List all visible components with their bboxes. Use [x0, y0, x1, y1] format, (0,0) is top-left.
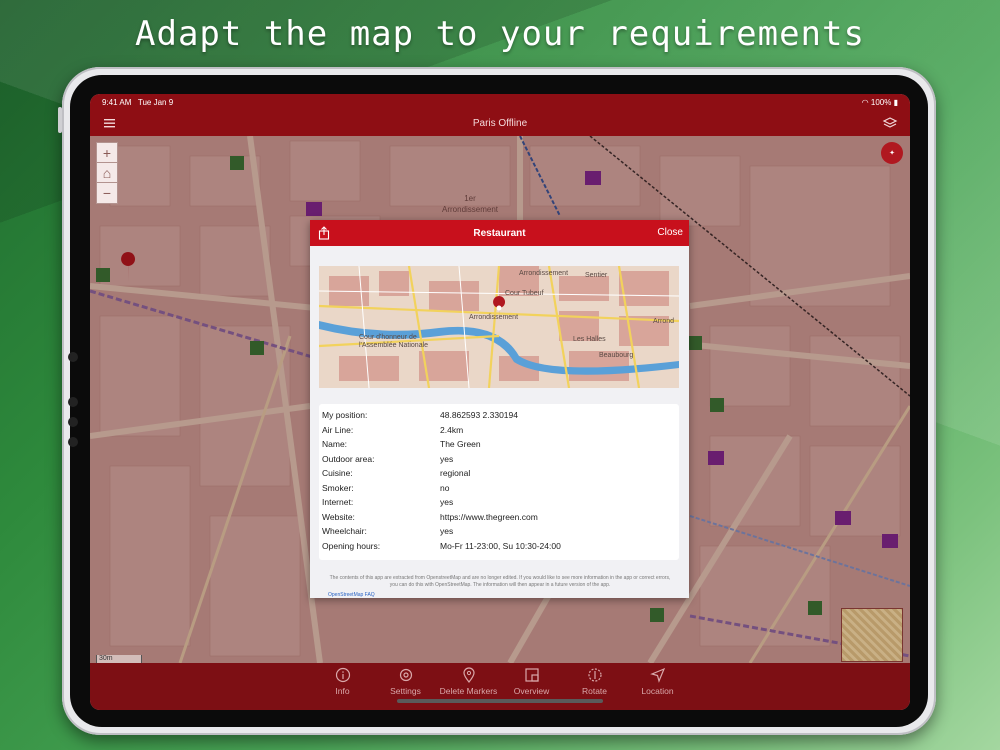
rotate-icon — [587, 668, 602, 682]
status-bar: 9:41 AM Tue Jan 9 ◠ 100% ▮ — [90, 94, 910, 110]
close-button[interactable]: Close — [657, 227, 683, 238]
dialog-header: Restaurant Close — [310, 220, 689, 246]
table-row: Smoker: no — [322, 482, 450, 493]
preview-label: Les Halles — [573, 336, 606, 343]
tab-label: Settings — [390, 686, 421, 696]
table-row: Wheelchair: yes — [322, 526, 454, 537]
preview-label: Beaubourg — [599, 352, 634, 359]
battery-level: 100% — [870, 97, 892, 107]
preview-label: Cour Tubeuf — [505, 290, 544, 297]
location-arrow-icon — [649, 667, 665, 683]
preview-label: Sentier — [585, 272, 608, 279]
table-row: Name: The Green — [322, 439, 481, 450]
pin-icon — [462, 667, 475, 683]
table-row: Cuisine: regional — [322, 468, 471, 479]
app-screen: 9:41 AM Tue Jan 9 ◠ 100% ▮ Paris Offline — [90, 94, 910, 710]
app-title: Paris Offline — [472, 117, 528, 129]
status-date: Tue Jan 9 — [137, 97, 174, 107]
nav-bar: Paris Offline — [90, 110, 910, 136]
location-preview-map[interactable]: Arrondissement Sentier Cour Tubeuf Arron… — [319, 266, 679, 388]
tab-location[interactable]: Location — [626, 663, 689, 710]
info-icon — [335, 667, 350, 683]
tab-label: Location — [641, 686, 674, 696]
compass-icon[interactable]: ✦ — [881, 142, 903, 164]
preview-label: Cour d'honneur de l'Assemblée Nationale — [359, 334, 429, 349]
dialog-title: Restaurant — [473, 227, 526, 239]
tab-info[interactable]: Info — [311, 663, 374, 710]
table-row: Opening hours: Mo-Fr 11-23:00, Su 10:30-2… — [322, 540, 561, 551]
table-row[interactable]: Website: https://www.thegreen.com — [322, 510, 676, 525]
headline: Adapt the map to your requirements — [135, 14, 865, 54]
zoom-in-button[interactable]: + — [97, 143, 117, 163]
preview-label: Arrond — [653, 318, 675, 325]
wifi-icon: ◠ — [861, 97, 869, 107]
battery-icon: ▮ — [893, 97, 898, 107]
table-row: My position: 48.862593 2.330194 — [322, 410, 518, 421]
zoom-out-button[interactable]: − — [97, 183, 117, 203]
tab-label: Info — [335, 686, 350, 696]
tab-label: Overview — [513, 686, 550, 696]
layers-icon[interactable] — [882, 116, 898, 130]
overview-minimap[interactable] — [841, 608, 903, 662]
status-time: 9:41 AM — [102, 97, 132, 107]
tab-label: Rotate — [581, 686, 608, 696]
tab-label: Delete Markers — [439, 686, 498, 696]
preview-label: Arrondissement — [519, 270, 569, 277]
table-row: Outdoor area: yes — [322, 453, 454, 464]
home-icon[interactable]: ⌂ — [97, 163, 117, 183]
overview-icon — [524, 668, 539, 682]
gear-icon — [399, 668, 412, 682]
zoom-control: + ⌂ − — [96, 142, 118, 204]
table-row: Internet: yes — [322, 497, 454, 508]
table-row: Air Line: 2.4km — [322, 424, 464, 435]
details-table: My position: 48.862593 2.330194 Air Line:… — [319, 404, 679, 560]
preview-label: Arrondissement — [469, 314, 519, 321]
restaurant-dialog: Restaurant Close Arrondissement Sentier … — [310, 220, 689, 598]
disclaimer-text: The contents of this app are extracted f… — [329, 575, 671, 588]
osm-faq-link[interactable]: OpenStreetMap FAQ — [328, 592, 375, 598]
share-icon[interactable] — [318, 226, 330, 240]
menu-icon[interactable] — [102, 116, 118, 130]
home-indicator — [397, 699, 603, 703]
